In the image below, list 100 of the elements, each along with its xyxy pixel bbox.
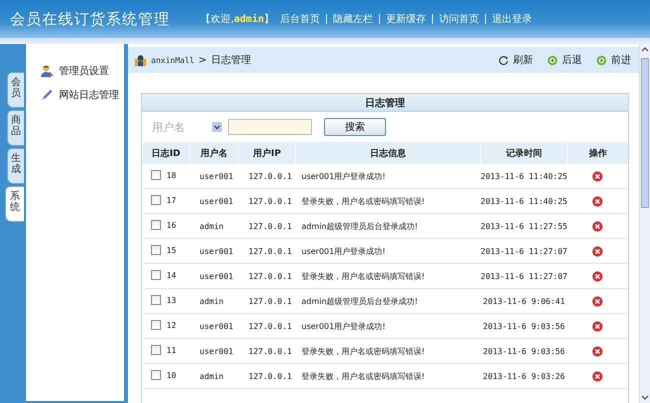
forward-icon: [596, 54, 607, 66]
table-cell: 2013-11-6 9:06:41: [483, 296, 565, 306]
table-cell: 14: [166, 270, 176, 280]
delete-icon[interactable]: [592, 320, 604, 332]
header-link[interactable]: 隐藏左栏: [333, 12, 373, 26]
delete-icon[interactable]: [592, 296, 604, 306]
table-cell: user001: [200, 172, 234, 180]
column-header: 日志ID: [142, 142, 190, 164]
table-cell: 127.0.0.1: [248, 322, 292, 330]
table-cell: 登录失败，用户名或密码填写错误!: [302, 372, 425, 380]
search-button[interactable]: 搜索: [324, 118, 386, 136]
table-cell: 2013-11-6 11:27:55: [480, 222, 568, 230]
table-cell: 2013-11-6 11:40:25: [480, 172, 568, 180]
header-link[interactable]: 访问首页: [439, 12, 479, 26]
welcome-text: 【欢迎,admin】: [200, 12, 274, 26]
breadcrumb-separator: >: [198, 54, 207, 66]
panel-title: 日志管理: [365, 96, 405, 110]
delete-icon[interactable]: [592, 196, 604, 206]
table-cell: 13: [166, 296, 176, 304]
header-link[interactable]: 后台首页: [280, 12, 320, 26]
table-cell: 2013-11-6 11:27:07: [480, 272, 568, 280]
delete-icon[interactable]: [592, 220, 604, 232]
user-icon: [40, 64, 54, 78]
table-cell: admin: [200, 222, 224, 230]
table-cell: 127.0.0.1: [248, 196, 292, 206]
column-header: 用户IP: [238, 142, 296, 164]
scroll-down-icon[interactable]: [641, 393, 649, 401]
checkbox[interactable]: [150, 295, 160, 305]
table-cell: 127.0.0.1: [248, 172, 292, 180]
table-cell: 11: [166, 346, 176, 354]
table-cell: 2013-11-6 9:03:56: [483, 346, 565, 356]
table-cell: 15: [166, 246, 176, 254]
table-cell: 16: [166, 220, 176, 230]
breadcrumb-link[interactable]: anxinMall: [151, 56, 194, 64]
table-cell: 10: [166, 370, 176, 380]
checkbox[interactable]: [150, 345, 160, 355]
checkbox[interactable]: [150, 195, 160, 205]
search-field[interactable]: [228, 119, 312, 135]
search-label: 用户名: [152, 120, 186, 134]
table-cell: user001: [200, 346, 234, 356]
checkbox[interactable]: [150, 245, 160, 255]
table-cell: admin超级管理员后台登录成功!: [302, 296, 418, 306]
table-cell: 18: [166, 170, 176, 180]
menu-item[interactable]: 网站日志管理: [59, 88, 119, 102]
app-title: 会员在线订货系统管理: [10, 10, 170, 28]
checkbox[interactable]: [150, 170, 160, 180]
table-cell: 127.0.0.1: [248, 272, 292, 280]
toolbar-link[interactable]: 后退: [562, 53, 582, 67]
refresh-icon: [498, 54, 509, 66]
scroll-up-icon[interactable]: [641, 46, 649, 54]
table-cell: admin: [200, 372, 224, 380]
toolbar-link[interactable]: 前进: [611, 53, 631, 67]
table-cell: user001用户登录成功!: [302, 322, 386, 330]
side-tab[interactable]: 商品: [7, 110, 24, 146]
header-link[interactable]: 退出登录: [492, 12, 532, 26]
table-cell: 127.0.0.1: [248, 372, 292, 380]
table-cell: 17: [166, 196, 176, 204]
delete-icon[interactable]: [592, 270, 604, 282]
column-header: 用户名: [190, 142, 238, 164]
table-cell: 登录失败，用户名或密码填写错误!: [302, 196, 425, 206]
pen-icon: [40, 88, 54, 102]
table-cell: user001: [200, 272, 234, 280]
column-header: 操作: [568, 142, 628, 164]
table-cell: user001: [200, 246, 234, 256]
table-cell: admin: [200, 296, 224, 306]
table-cell: 2013-11-6 9:03:26: [483, 372, 565, 380]
table-cell: 127.0.0.1: [248, 246, 292, 256]
delete-icon[interactable]: [592, 370, 604, 382]
table-cell: 127.0.0.1: [248, 222, 292, 230]
dropdown-icon[interactable]: [212, 122, 222, 132]
table-cell: 登录失败，用户名或密码填写错误!: [302, 346, 425, 356]
delete-icon[interactable]: [592, 346, 604, 356]
table-cell: 2013-11-6 9:03:56: [483, 322, 565, 330]
checkbox[interactable]: [150, 220, 160, 230]
user-icon: [134, 54, 147, 66]
column-header: 日志信息: [296, 142, 480, 164]
checkbox[interactable]: [150, 320, 160, 330]
table-cell: 2013-11-6 11:40:25: [480, 196, 568, 206]
toolbar-link[interactable]: 刷新: [513, 53, 533, 67]
table-cell: 登录失败，用户名或密码填写错误!: [302, 272, 425, 280]
header-link[interactable]: 更新缓存: [386, 12, 426, 26]
side-tab[interactable]: 生成: [7, 148, 24, 184]
column-header: 记录时间: [480, 142, 568, 164]
delete-icon[interactable]: [592, 246, 604, 256]
scrollbar[interactable]: [639, 44, 650, 403]
table-cell: admin超级管理员后台登录成功!: [302, 222, 418, 230]
table-cell: user001: [200, 322, 234, 330]
table-cell: 2013-11-6 11:27:07: [480, 246, 568, 256]
checkbox[interactable]: [150, 270, 160, 280]
side-tab[interactable]: 会员: [7, 72, 24, 108]
table-cell: 127.0.0.1: [248, 296, 292, 306]
table-cell: 12: [166, 320, 176, 330]
table-cell: user001: [200, 196, 234, 206]
table-cell: user001用户登录成功!: [302, 172, 386, 180]
table-cell: user001用户登录成功!: [302, 246, 386, 256]
menu-item[interactable]: 管理员设置: [59, 64, 109, 78]
checkbox[interactable]: [150, 370, 160, 380]
table-cell: 127.0.0.1: [248, 346, 292, 356]
delete-icon[interactable]: [592, 170, 604, 182]
side-tab[interactable]: 系统: [5, 186, 24, 222]
